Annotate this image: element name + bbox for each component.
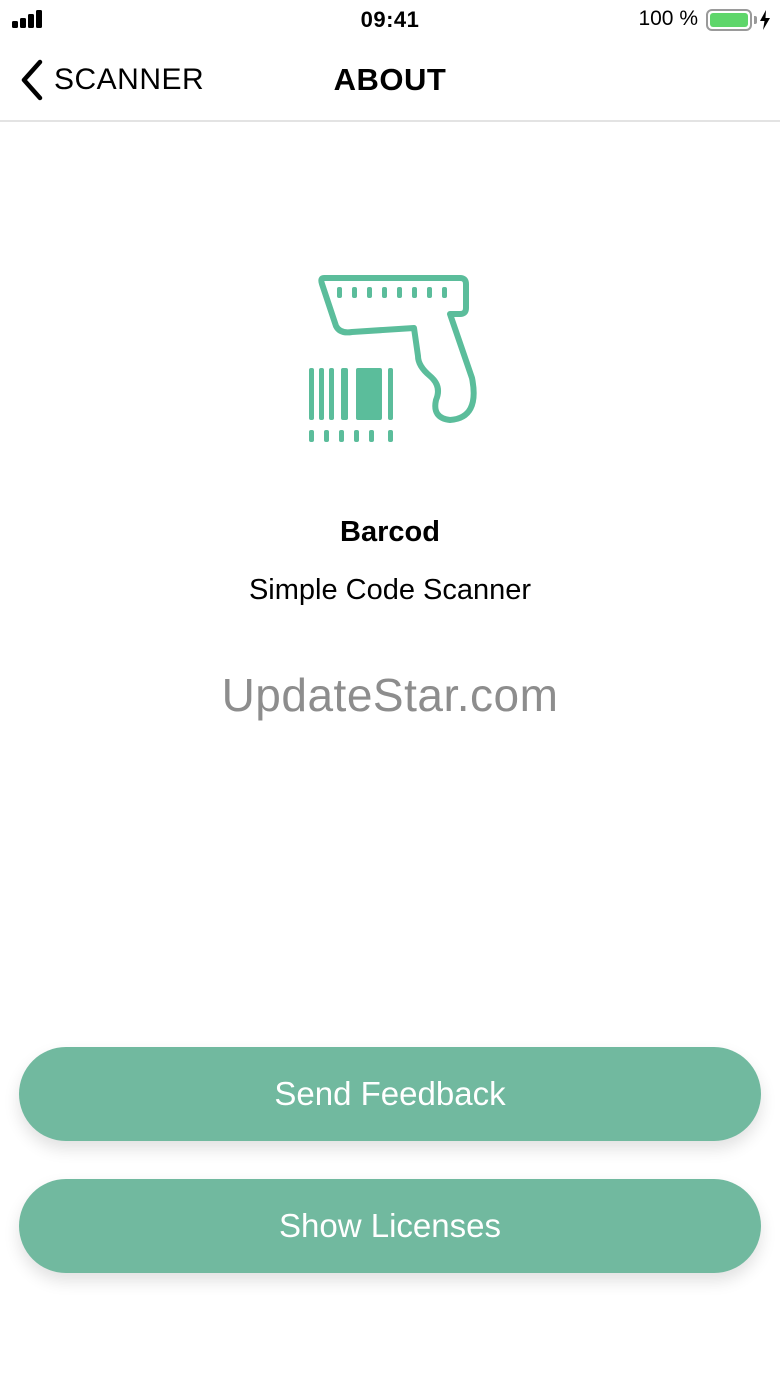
navigation-bar: SCANNER ABOUT (0, 40, 780, 122)
battery-level-fill (710, 13, 748, 27)
battery-percentage: 100 % (638, 7, 698, 30)
battery-nub (754, 16, 757, 24)
app-subtitle: Simple Code Scanner (248, 574, 532, 606)
about-screen: 09:41 100 % SCANNER ABOUT Barcod Simple … (0, 0, 780, 1387)
battery-icon (706, 9, 752, 31)
charging-bolt-icon (760, 10, 770, 30)
barcode-scanner-icon (309, 275, 477, 442)
status-bar: 09:41 100 % (0, 0, 780, 40)
app-name: Barcod (340, 516, 440, 548)
show-licenses-button[interactable]: Show Licenses (19, 1179, 761, 1273)
page-title: ABOUT (333, 62, 447, 97)
send-feedback-button[interactable]: Send Feedback (19, 1047, 761, 1141)
watermark-text: UpdateStar.com (221, 669, 559, 721)
